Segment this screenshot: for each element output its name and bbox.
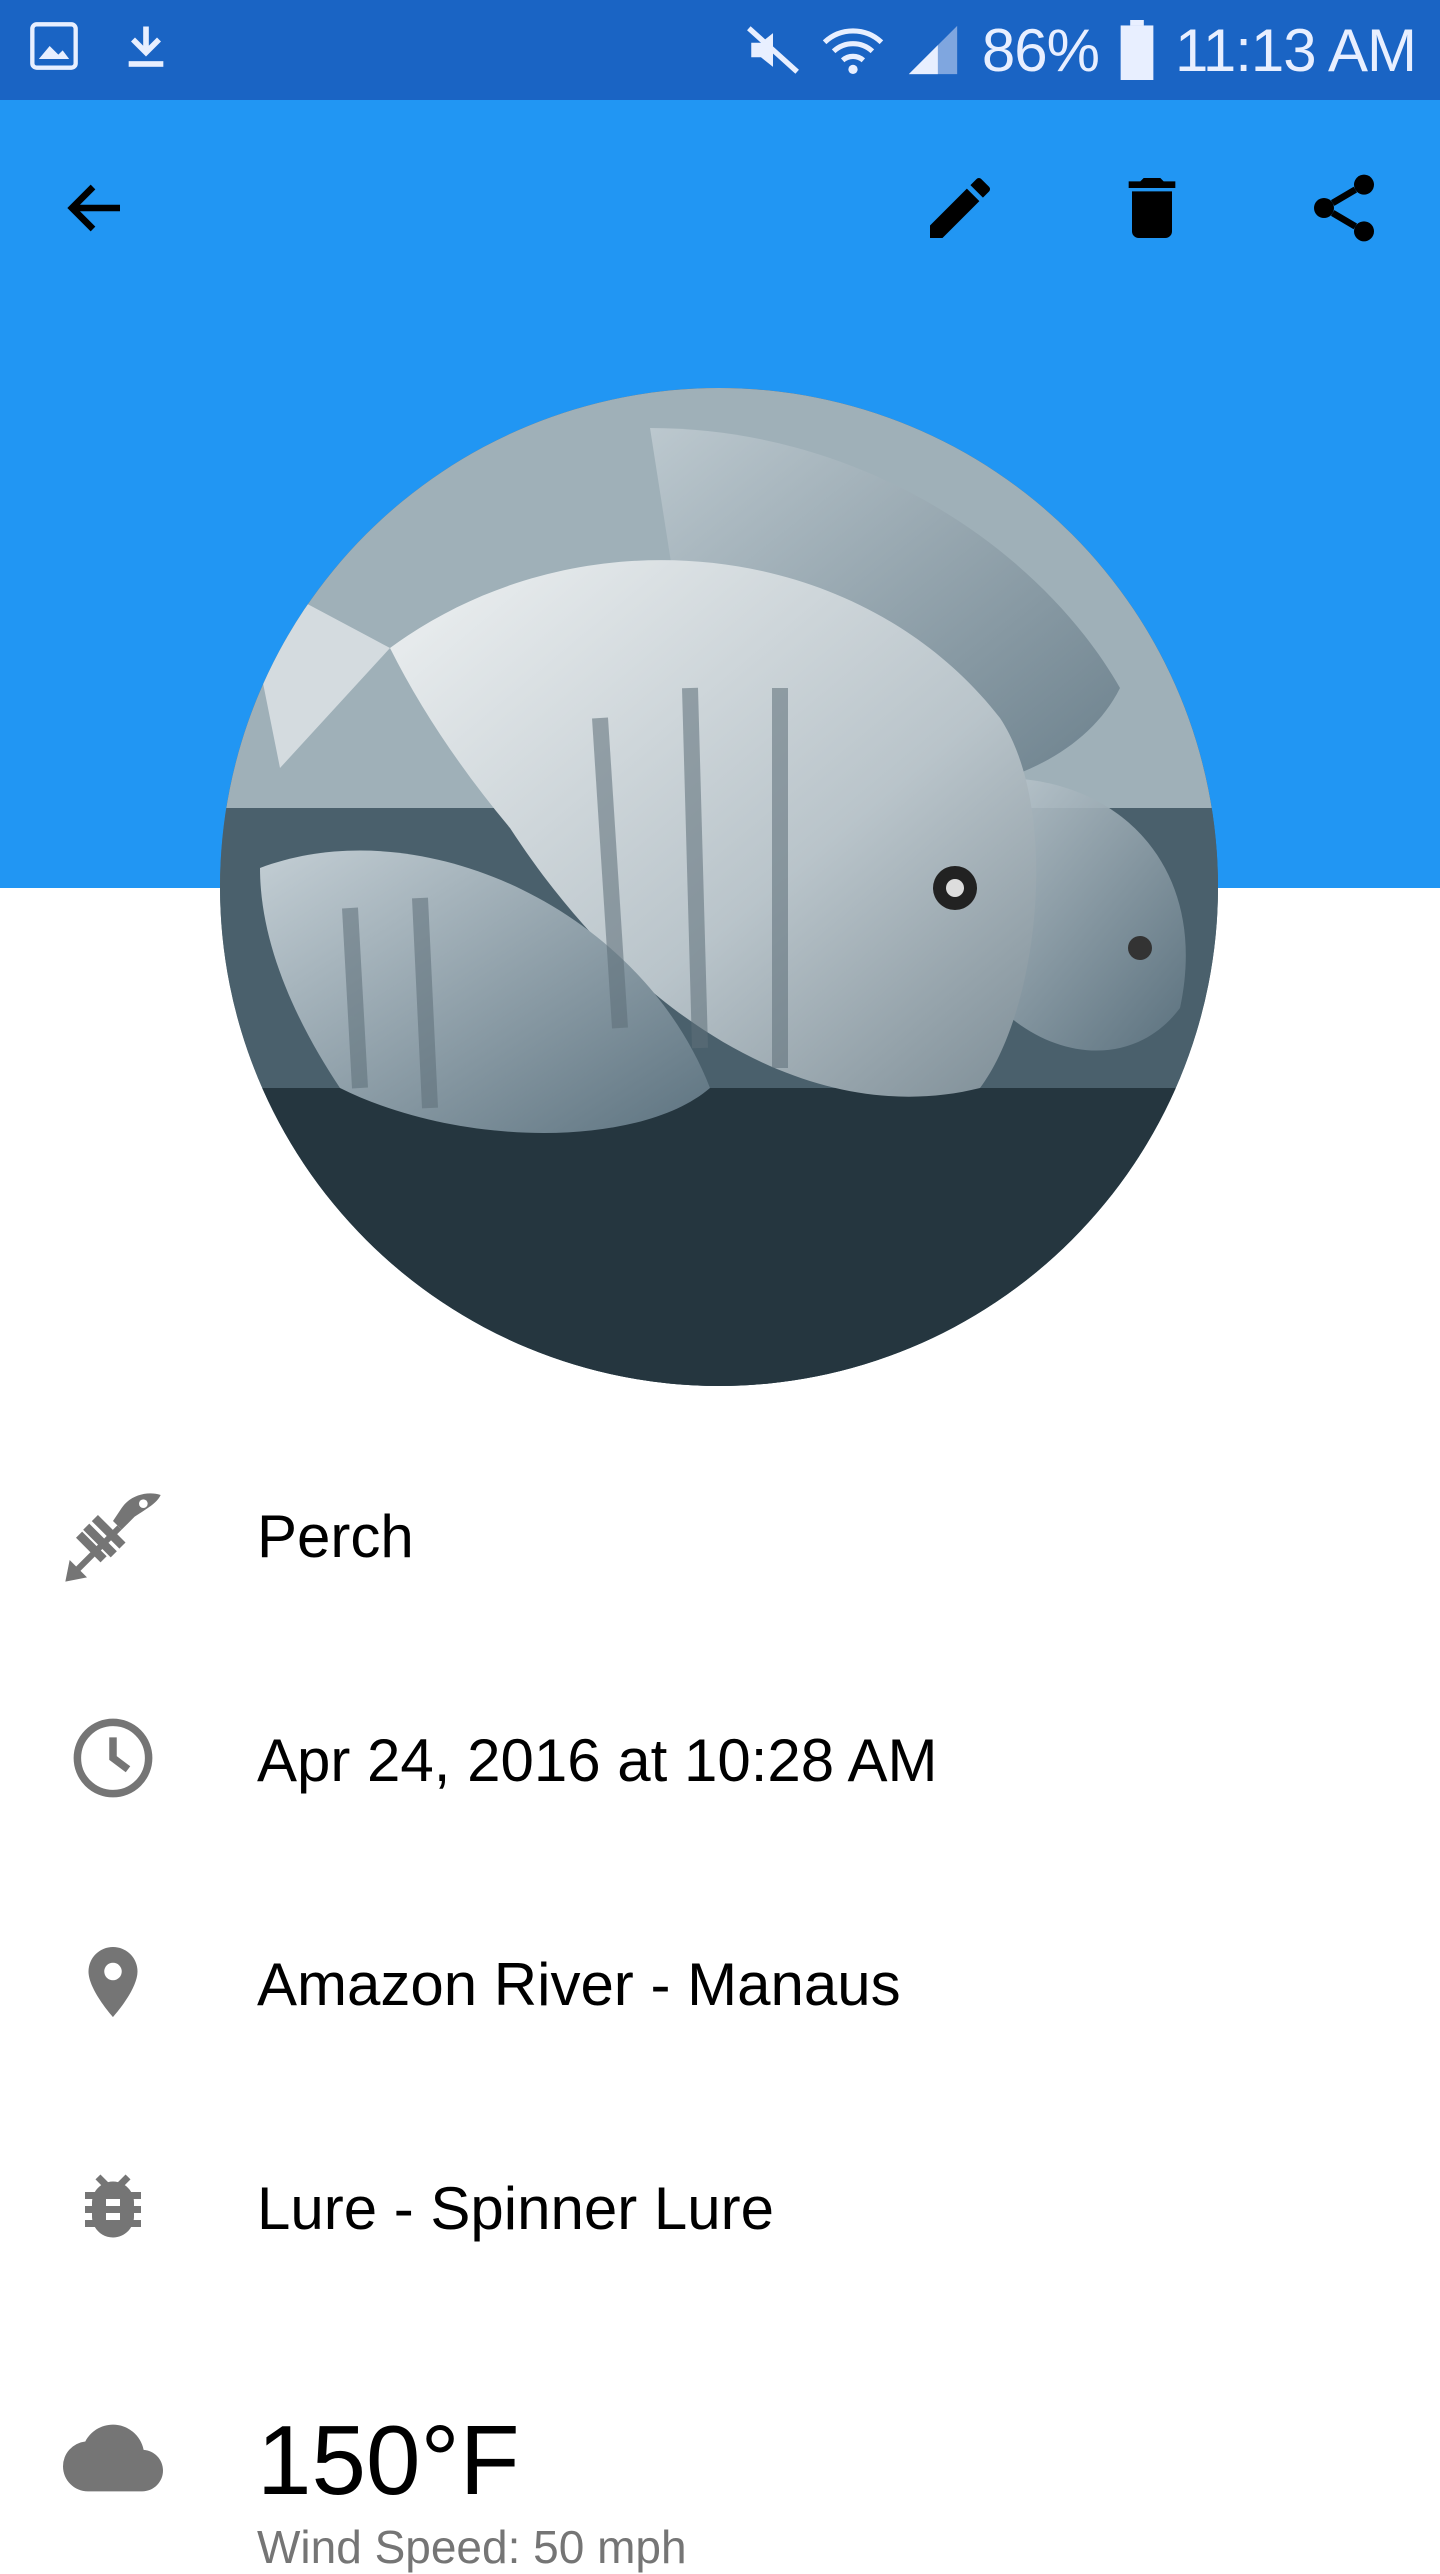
download-icon: [120, 20, 172, 72]
battery-percent: 86%: [981, 16, 1100, 84]
share-button[interactable]: [1296, 160, 1392, 256]
image-icon: [28, 20, 80, 72]
back-button[interactable]: [48, 160, 144, 256]
datetime-row: Apr 24, 2016 at 10:28 AM: [0, 1688, 1440, 1828]
delete-trash-icon: [1112, 168, 1192, 248]
edit-pencil-icon: [920, 168, 1000, 248]
location-row: Amazon River - Manaus: [0, 1912, 1440, 2052]
status-bar: 86% 11:13 AM: [0, 0, 1440, 100]
fish-skeleton-icon: [58, 1486, 168, 1582]
catch-photo: [220, 388, 1218, 1386]
bait-row: Lure - Spinner Lure: [0, 2136, 1440, 2276]
weather-row: 150°F Wind Speed: 50 mph: [0, 2380, 1440, 2573]
wind-speed: Wind Speed: 50 mph: [257, 2521, 687, 2573]
clock-icon: [58, 1710, 168, 1806]
clock: 11:13 AM: [1174, 16, 1417, 84]
battery-icon: [1119, 20, 1155, 80]
catch-datetime: Apr 24, 2016 at 10:28 AM: [257, 1727, 938, 1794]
wifi-icon: [822, 19, 884, 81]
cloud-icon: [58, 2410, 168, 2506]
species-name: Perch: [257, 1503, 414, 1570]
share-icon: [1304, 168, 1384, 248]
species-row: Perch: [0, 1464, 1440, 1604]
back-arrow-icon: [60, 172, 132, 244]
delete-button[interactable]: [1104, 160, 1200, 256]
edit-button[interactable]: [912, 160, 1008, 256]
mute-icon: [744, 21, 802, 79]
catch-location: Amazon River - Manaus: [257, 1951, 901, 2018]
temperature: 150°F: [257, 2405, 520, 2515]
bait-name: Lure - Spinner Lure: [257, 2175, 774, 2242]
location-pin-icon: [58, 1934, 168, 2030]
bug-icon: [58, 2158, 168, 2254]
signal-icon: [904, 21, 962, 79]
